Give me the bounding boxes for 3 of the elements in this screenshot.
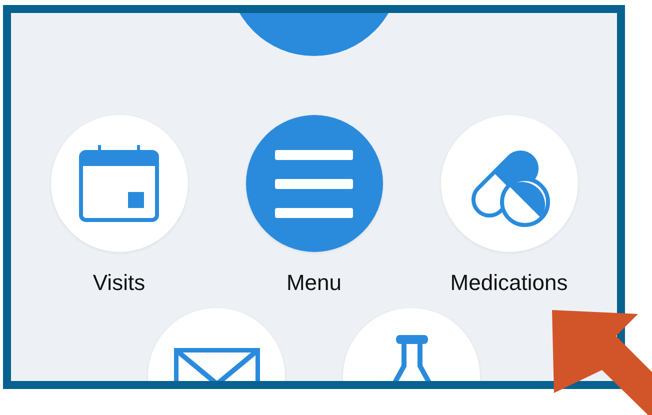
item-label: Medications xyxy=(450,270,568,296)
item-label: Visits xyxy=(92,270,146,296)
item-label: Menu xyxy=(286,270,342,296)
